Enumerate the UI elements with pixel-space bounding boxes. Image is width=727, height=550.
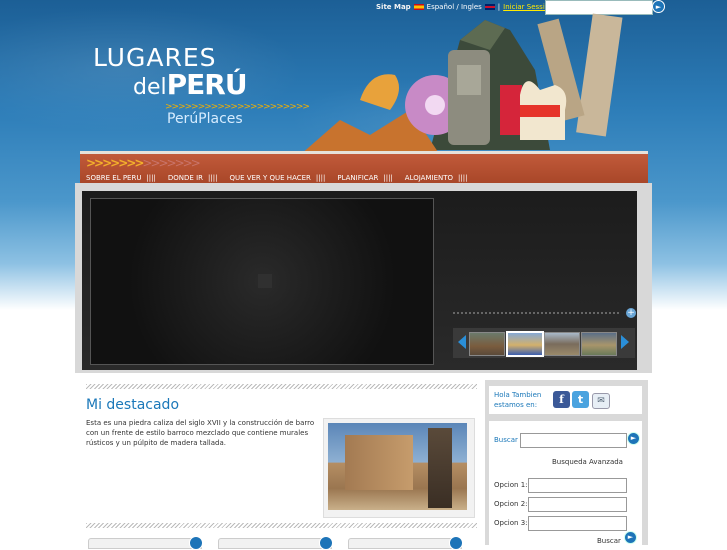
- nav-separator: ||||: [458, 173, 468, 182]
- cactus-trunk: [576, 13, 623, 137]
- logo-line-del-peru: delPERÚ: [133, 70, 309, 103]
- logo-del: del: [133, 75, 167, 100]
- opcion3-label: Opcion 3:: [494, 519, 528, 527]
- tab-go-button[interactable]: [449, 536, 463, 550]
- photo-statue: [428, 428, 452, 508]
- featured-title: Mi destacado: [86, 397, 180, 413]
- social-caption-line2: estamos en:: [494, 401, 538, 409]
- nav-arrows-decoration: >>>>>>>>>>>>>>: [86, 156, 201, 170]
- tab-fiestas[interactable]: [348, 536, 463, 550]
- nav-sobre-el-peru[interactable]: SOBRE EL PERU: [86, 174, 141, 182]
- nav-que-ver[interactable]: QUE VER Y QUE HACER: [229, 174, 310, 182]
- spain-flag-icon[interactable]: [413, 3, 424, 10]
- main-navigation: >>>>>>>>>>>>>> SOBRE EL PERU |||| DONDE …: [80, 151, 648, 184]
- stone-idol: [448, 50, 490, 145]
- advanced-search-link[interactable]: Busqueda Avanzada: [552, 458, 623, 466]
- tab-go-button[interactable]: [319, 536, 333, 550]
- ceramic-bird: [360, 74, 399, 110]
- site-logo[interactable]: LUGARES delPERÚ >>>>>>>>>>>>>>>>>>>>>> P…: [93, 43, 310, 127]
- facebook-icon[interactable]: f: [553, 391, 570, 408]
- expand-plus-icon[interactable]: +: [626, 308, 636, 318]
- tab-aventura[interactable]: [218, 536, 333, 550]
- tab-go-button[interactable]: [189, 536, 203, 550]
- logo-peruplaces: PerúPlaces: [167, 111, 243, 127]
- dotted-divider: [453, 312, 621, 314]
- ceramic-figure: [500, 85, 522, 135]
- opcion3-input[interactable]: [528, 516, 627, 531]
- opcion1-label: Opcion 1:: [494, 481, 528, 489]
- hatch-divider: [86, 384, 477, 389]
- thumbnail-3[interactable]: [544, 332, 580, 356]
- thumbnail-2-selected[interactable]: [506, 331, 544, 357]
- logo-line-lugares: LUGARES: [93, 43, 217, 72]
- nav-alojamiento[interactable]: ALOJAMIENTO: [405, 174, 453, 182]
- nav-donde-ir[interactable]: DONDE IR: [168, 174, 203, 182]
- featured-description: Esta es una piedra caliza del siglo XVII…: [86, 419, 315, 447]
- photo-adobe-wall: [345, 435, 413, 490]
- video-loading-indicator: [258, 274, 272, 288]
- social-caption: Hola Tambien estamos en:: [494, 390, 541, 410]
- peru-collage-image: [300, 13, 623, 155]
- buscar-submit-label[interactable]: Buscar: [597, 537, 621, 545]
- buscar-submit-button[interactable]: ►: [624, 531, 637, 544]
- buscar-go-button[interactable]: ►: [627, 432, 640, 445]
- nav-menu: SOBRE EL PERU |||| DONDE IR |||| QUE VER…: [80, 172, 648, 183]
- thumbnail-1[interactable]: [469, 332, 505, 356]
- buscar-label: Buscar: [494, 436, 518, 444]
- opcion1-input[interactable]: [528, 478, 627, 493]
- thumbnail-4[interactable]: [581, 332, 617, 356]
- nav-separator: ||||: [315, 173, 326, 182]
- thumbnail-next-arrow-icon[interactable]: [621, 335, 629, 349]
- idol-face: [457, 65, 481, 95]
- llama-blanket: [520, 105, 560, 117]
- tab-sitios[interactable]: [88, 536, 203, 550]
- social-caption-line1: Hola Tambien: [494, 391, 542, 399]
- orchid-center: [425, 95, 445, 115]
- uk-flag-icon[interactable]: [484, 3, 495, 10]
- nav-separator: ||||: [146, 173, 156, 182]
- opcion2-input[interactable]: [528, 497, 627, 512]
- nav-separator: ||||: [383, 173, 393, 182]
- hatch-divider: [86, 523, 477, 528]
- opcion2-label: Opcion 2:: [494, 500, 528, 508]
- category-tabs: [86, 536, 477, 550]
- nav-separator: ||||: [208, 173, 218, 182]
- mail-icon[interactable]: ✉: [592, 393, 610, 409]
- buscar-input[interactable]: [520, 433, 627, 448]
- twitter-icon[interactable]: t: [572, 391, 589, 408]
- nav-planificar[interactable]: PLANIFICAR: [337, 174, 378, 182]
- thumbnail-prev-arrow-icon[interactable]: [458, 335, 466, 349]
- logo-peru: PERÚ: [166, 68, 248, 101]
